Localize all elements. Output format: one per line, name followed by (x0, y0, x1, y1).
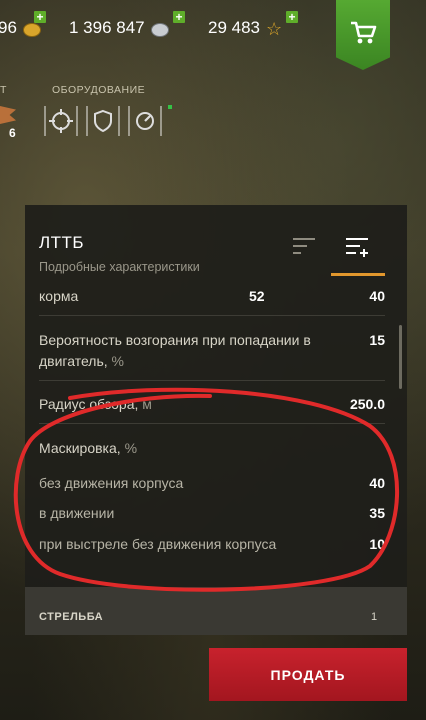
divider (39, 315, 385, 316)
camo-fire-row: при выстреле без движения корпуса 10 (39, 536, 385, 552)
credits-balance: 1 396 847 (69, 18, 169, 38)
fire-chance-unit: % (111, 353, 124, 369)
active-tab-indicator (331, 273, 385, 276)
vehicle-title: ЛТТБ (39, 233, 85, 252)
tab-detailed-view[interactable] (345, 237, 371, 262)
armor-rear-value-1: 52 (249, 288, 265, 304)
free-xp-amount: 29 483 (208, 18, 260, 37)
tab-short-view[interactable] (292, 237, 316, 260)
consumable-count: 6 (9, 126, 16, 140)
panel-scrollbar[interactable] (399, 325, 402, 389)
armor-rear-value-2: 40 (369, 288, 385, 304)
camo-still-value: 40 (369, 475, 385, 491)
camo-unit: % (124, 440, 138, 456)
star-icon: ☆ (266, 19, 283, 39)
view-range-unit: м (142, 396, 152, 412)
fire-chance-row: Вероятность возгорания при попадании в д… (39, 330, 385, 372)
fire-chance-label: Вероятность возгорания при попадании в д… (39, 332, 311, 369)
camo-header-row: Маскировка, % (39, 440, 385, 456)
cart-icon (351, 21, 377, 44)
shop-button[interactable] (336, 0, 390, 70)
equipment-slot-2[interactable] (86, 104, 120, 138)
view-range-label: Радиус обзора, (39, 396, 139, 412)
section-header-firepower[interactable]: СТРЕЛЬБА 1 (25, 587, 407, 635)
view-range-value: 250.0 (349, 396, 385, 412)
credits-amount: 1 396 847 (69, 18, 145, 37)
armor-rear-label: корма (39, 288, 79, 304)
list-plus-icon (346, 238, 368, 257)
equipment-slot-3[interactable] (128, 104, 162, 138)
buy-gold-button[interactable]: + (34, 11, 46, 23)
characteristics-panel: ЛТТБ Подробные характеристики корма 52 4… (25, 205, 407, 635)
camo-moving-row: в движении 35 (39, 505, 385, 521)
consumable-icon[interactable] (0, 106, 16, 124)
silver-coin-icon (150, 19, 169, 37)
equipment-label: ОБОРУДОВАНИЕ (52, 84, 146, 96)
camo-still-label: без движения корпуса (39, 475, 184, 491)
sell-button[interactable]: ПРОДАТЬ (209, 648, 407, 701)
free-xp-balance: 29 483 ☆ (208, 18, 284, 38)
divider (39, 380, 385, 381)
consumables-label: Т (0, 84, 7, 96)
gauge-icon (136, 112, 154, 130)
exchange-credits-button[interactable]: + (173, 11, 185, 23)
currency-bar: 96 + 1 396 847 + 29 483 ☆ + (0, 0, 426, 70)
crosshair-icon (49, 109, 73, 133)
equipment-slots (44, 104, 162, 138)
view-range-row: Радиус обзора, м 250.0 (39, 396, 385, 412)
list-icon (293, 238, 315, 254)
convert-xp-button[interactable]: + (286, 11, 298, 23)
camo-still-row: без движения корпуса 40 (39, 475, 385, 491)
status-dot (168, 105, 172, 109)
panel-subtitle: Подробные характеристики (39, 260, 200, 274)
camo-fire-label: при выстреле без движения корпуса (39, 536, 277, 552)
camo-moving-value: 35 (369, 505, 385, 521)
fire-chance-value: 15 (369, 332, 385, 348)
divider (39, 423, 385, 424)
camo-label: Маскировка, (39, 440, 121, 456)
section-count: 1 (371, 611, 378, 623)
camo-fire-value: 10 (369, 536, 385, 552)
equipment-slot-1[interactable] (44, 104, 78, 138)
gold-amount: 96 (0, 18, 17, 37)
armor-rear-row: корма 52 40 (39, 288, 385, 304)
camo-moving-label: в движении (39, 505, 115, 521)
section-title: СТРЕЛЬБА (39, 611, 104, 623)
shield-icon (94, 109, 112, 133)
